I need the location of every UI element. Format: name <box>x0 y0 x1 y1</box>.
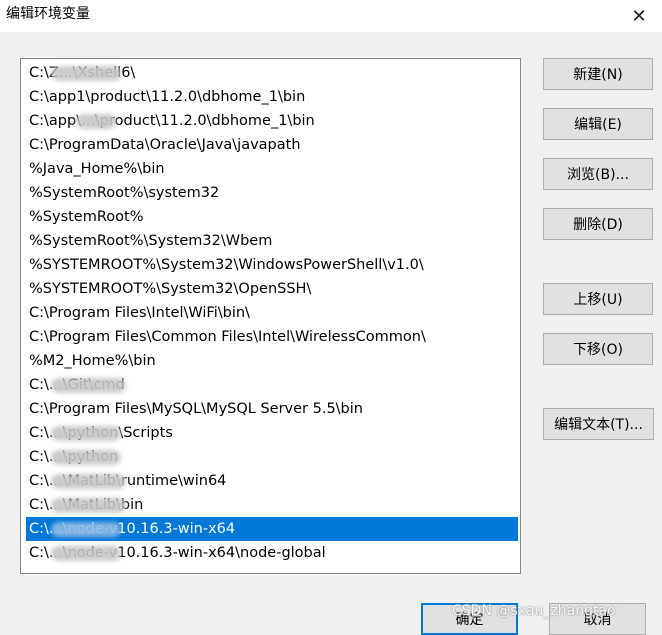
path-list-item[interactable]: %Java_Home%\bin <box>26 157 518 181</box>
path-text: C:\ProgramData\Oracle\Java\javapath <box>29 137 301 153</box>
redaction-blur <box>51 522 121 537</box>
path-text: %SYSTEMROOT%\System32\WindowsPowerShell\… <box>29 257 424 273</box>
path-text: %M2_Home%\bin <box>29 353 156 369</box>
path-text: C:\Program Files\MySQL\MySQL Server 5.5\… <box>29 401 363 417</box>
move-down-button[interactable]: 下移(O) <box>543 333 653 365</box>
redaction-blur <box>76 114 116 129</box>
path-text: C:\Program Files\Common Files\Intel\Wire… <box>29 329 426 345</box>
path-list-item[interactable]: %SYSTEMROOT%\System32\WindowsPowerShell\… <box>26 253 518 277</box>
path-text: C:\app1\product\11.2.0\dbhome_1\bin <box>29 89 306 105</box>
path-list-item[interactable]: %M2_Home%\bin <box>26 349 518 373</box>
path-list-item[interactable]: C:\...\MatLib\runtime\win64 <box>26 469 518 493</box>
delete-button[interactable]: 删除(D) <box>543 208 653 240</box>
redaction-blur <box>51 66 121 81</box>
redaction-blur <box>51 378 126 393</box>
path-text: %SystemRoot%\System32\Wbem <box>29 233 273 249</box>
path-text: %SystemRoot%\system32 <box>29 185 220 201</box>
redaction-blur <box>51 498 126 513</box>
close-icon: ✕ <box>631 5 647 27</box>
path-list-item[interactable]: C:\Program Files\Intel\WiFi\bin\ <box>26 301 518 325</box>
browse-button[interactable]: 浏览(B)... <box>543 158 653 190</box>
redaction-blur <box>51 426 121 441</box>
path-list-item[interactable]: %SystemRoot%\system32 <box>26 181 518 205</box>
path-list-items: C:\Z...\Xshell6\ C:\app1\product\11.2.0\d… <box>26 61 520 565</box>
path-text: %Java_Home%\bin <box>29 161 165 177</box>
close-button[interactable]: ✕ <box>616 0 662 32</box>
path-list-item[interactable]: C:\Program Files\Common Files\Intel\Wire… <box>26 325 518 349</box>
path-list-item[interactable]: C:\Program Files\MySQL\MySQL Server 5.5\… <box>26 397 518 421</box>
path-list-item[interactable]: C:\...\python <box>26 445 518 469</box>
path-text: %SystemRoot% <box>29 209 144 225</box>
path-text: C:\app\...\product\11.2.0\dbhome_1\bin <box>29 113 315 129</box>
ok-button[interactable]: 确定 <box>421 603 518 635</box>
redaction-blur <box>51 450 121 465</box>
path-text: %SYSTEMROOT%\System32\OpenSSH\ <box>29 281 312 297</box>
path-list-item[interactable]: C:\...\node-v10.16.3-win-x64 <box>26 517 518 541</box>
redaction-blur <box>51 474 126 489</box>
window-title: 编辑环境变量 <box>6 6 90 22</box>
cancel-button[interactable]: 取消 <box>549 603 646 635</box>
path-list-item[interactable]: C:\...\python\Scripts <box>26 421 518 445</box>
path-list-item[interactable]: %SystemRoot% <box>26 205 518 229</box>
path-list-item[interactable]: C:\ProgramData\Oracle\Java\javapath <box>26 133 518 157</box>
move-up-button[interactable]: 上移(U) <box>543 283 653 315</box>
redaction-blur <box>51 546 121 561</box>
path-list-item[interactable]: C:\Z...\Xshell6\ <box>26 61 518 85</box>
path-list-item[interactable]: %SystemRoot%\System32\Wbem <box>26 229 518 253</box>
path-list-item[interactable]: C:\...\MatLib\bin <box>26 493 518 517</box>
title-bar: 编辑环境变量 ✕ <box>0 0 662 32</box>
path-list[interactable]: C:\Z...\Xshell6\ C:\app1\product\11.2.0\d… <box>20 58 521 574</box>
path-list-item[interactable]: C:\...\node-v10.16.3-win-x64\node-global <box>26 541 518 565</box>
edit-button[interactable]: 编辑(E) <box>543 108 653 140</box>
edit-text-button[interactable]: 编辑文本(T)... <box>543 408 654 440</box>
new-button[interactable]: 新建(N) <box>543 58 653 90</box>
path-list-item[interactable]: C:\app\...\product\11.2.0\dbhome_1\bin <box>26 109 518 133</box>
path-list-item[interactable]: C:\app1\product\11.2.0\dbhome_1\bin <box>26 85 518 109</box>
path-list-item[interactable]: C:\...\Git\cmd <box>26 373 518 397</box>
path-text: C:\Program Files\Intel\WiFi\bin\ <box>29 305 250 321</box>
path-list-item[interactable]: %SYSTEMROOT%\System32\OpenSSH\ <box>26 277 518 301</box>
